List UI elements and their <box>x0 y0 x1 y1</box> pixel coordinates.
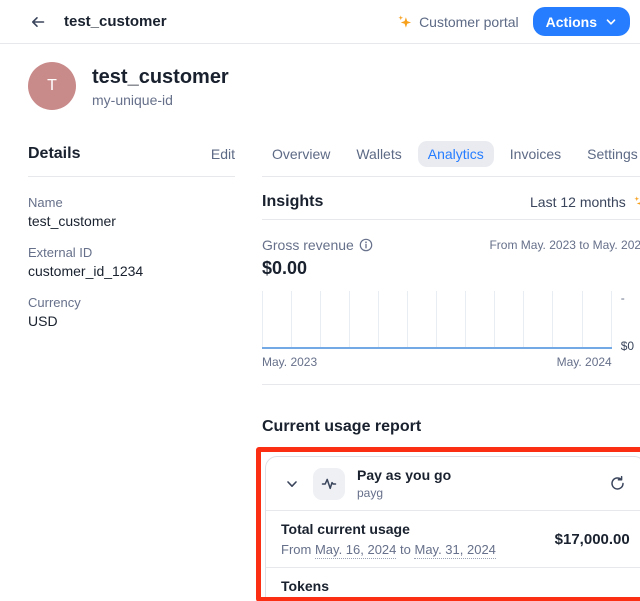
gridline <box>320 291 321 349</box>
refresh-button[interactable] <box>606 472 630 496</box>
period-start-date[interactable]: May. 16, 2024 <box>315 542 396 559</box>
refresh-icon <box>609 475 626 492</box>
usage-period: From May. 16, 2024 to May. 31, 2024 <box>281 542 496 557</box>
period-to-label: to <box>400 542 411 557</box>
edit-details-button[interactable]: Edit <box>211 146 235 162</box>
field-label: Currency <box>28 295 235 311</box>
x-tick-end: May. 2024 <box>557 355 612 369</box>
actions-label: Actions <box>546 14 597 30</box>
gridline <box>349 291 350 349</box>
detail-field-name: Name test_customer <box>28 195 235 230</box>
gridline <box>378 291 379 349</box>
arrow-left-icon <box>30 14 46 30</box>
divider <box>28 176 235 177</box>
avatar: T <box>28 62 76 110</box>
page-content: T test_customer my-unique-id Details Edi… <box>0 44 640 601</box>
gridline <box>523 291 524 349</box>
sparkle-icon <box>633 195 640 210</box>
gridline <box>262 291 263 349</box>
customer-identity: test_customer my-unique-id <box>92 65 229 108</box>
usage-card: Pay as you go payg T <box>265 456 640 601</box>
plan-icon-badge <box>313 468 345 500</box>
tab-wallets[interactable]: Wallets <box>346 141 411 167</box>
metric-label-text: Gross revenue <box>262 237 354 253</box>
gridline <box>552 291 553 349</box>
insights-title: Insights <box>262 193 323 211</box>
y-tick-top: - <box>621 291 625 305</box>
plan-header-row: Pay as you go payg <box>266 457 640 510</box>
gridline <box>465 291 466 349</box>
info-circle-icon[interactable] <box>359 238 373 252</box>
chevron-down-icon <box>605 16 617 28</box>
total-usage-info: Total current usage From May. 16, 2024 t… <box>281 521 496 557</box>
tab-analytics[interactable]: Analytics <box>418 141 494 167</box>
divider <box>262 219 640 220</box>
field-value: USD <box>28 313 235 330</box>
total-usage-label: Total current usage <box>281 521 496 538</box>
field-value: customer_id_1234 <box>28 263 235 280</box>
customer-portal-link[interactable]: Customer portal <box>397 14 519 30</box>
gridline <box>436 291 437 349</box>
period-end-date[interactable]: May. 31, 2024 <box>414 542 495 559</box>
period-from-label: From <box>281 542 311 557</box>
chart-x-axis: May. 2023 May. 2024 <box>262 355 640 369</box>
field-label: Name <box>28 195 235 211</box>
tab-overview[interactable]: Overview <box>262 141 340 167</box>
customer-external-id: my-unique-id <box>92 92 229 108</box>
actions-button[interactable]: Actions <box>533 7 630 36</box>
collapse-toggle[interactable] <box>281 473 303 495</box>
field-label: External ID <box>28 245 235 261</box>
usage-item-info: Tokens openai_tokens <box>281 578 359 601</box>
y-tick-zero: $0 <box>621 339 634 353</box>
gross-revenue-chart: - $0 <box>262 291 640 349</box>
gridline <box>611 291 612 349</box>
chart-y-axis: - $0 <box>612 291 640 349</box>
divider <box>262 384 640 385</box>
usage-item-name: Tokens <box>281 578 359 595</box>
customer-header: T test_customer my-unique-id <box>28 62 628 110</box>
total-usage-amount: $17,000.00 <box>555 531 630 548</box>
page-title: test_customer <box>64 13 167 30</box>
chart-zero-line <box>262 347 612 349</box>
detail-field-currency: Currency USD <box>28 295 235 330</box>
gridline <box>494 291 495 349</box>
usage-item-row: Tokens openai_tokens <box>266 567 640 601</box>
x-tick-start: May. 2023 <box>262 355 317 369</box>
gross-revenue-value: $0.00 <box>262 258 640 279</box>
customer-name: test_customer <box>92 65 229 89</box>
divider <box>262 176 640 177</box>
tab-bar: Overview Wallets Analytics Invoices Sett… <box>262 140 640 168</box>
avatar-letter: T <box>47 77 57 95</box>
tab-invoices[interactable]: Invoices <box>500 141 571 167</box>
chevron-down-icon <box>285 477 299 491</box>
chart-gridlines <box>262 291 612 349</box>
field-value: test_customer <box>28 213 235 230</box>
tab-settings[interactable]: Settings <box>577 141 640 167</box>
annotation-highlight-box: Pay as you go payg T <box>256 447 640 601</box>
gridline <box>407 291 408 349</box>
back-button[interactable] <box>26 10 50 34</box>
period-selector[interactable]: Last 12 months <box>530 194 640 210</box>
total-usage-row: Total current usage From May. 16, 2024 t… <box>266 510 640 567</box>
chart-plot-area <box>262 291 612 349</box>
gridline <box>291 291 292 349</box>
details-column: Details Edit Name test_customer External… <box>28 140 235 601</box>
usage-report-title: Current usage report <box>262 418 640 436</box>
sparkle-icon <box>397 14 412 29</box>
main-column: Overview Wallets Analytics Invoices Sett… <box>262 140 640 601</box>
plan-info: Pay as you go payg <box>357 467 451 500</box>
plan-code: payg <box>357 486 451 500</box>
period-label: Last 12 months <box>530 194 626 210</box>
activity-icon <box>321 476 337 492</box>
details-title: Details <box>28 145 80 163</box>
gridline <box>582 291 583 349</box>
plan-name: Pay as you go <box>357 467 451 484</box>
chart-date-range: From May. 2023 to May. 2024 <box>489 237 640 252</box>
gross-revenue-label: Gross revenue <box>262 237 373 253</box>
topbar: test_customer Customer portal Actions <box>0 0 640 44</box>
customer-portal-label: Customer portal <box>419 14 519 30</box>
detail-field-external-id: External ID customer_id_1234 <box>28 245 235 280</box>
